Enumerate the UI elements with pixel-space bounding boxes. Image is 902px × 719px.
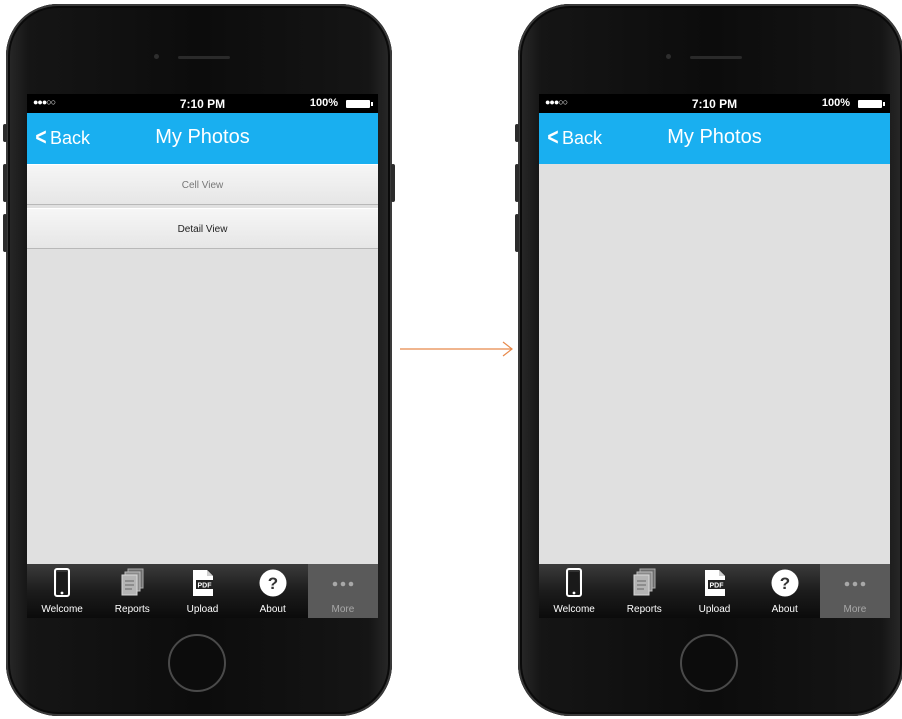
tab-label-welcome: Welcome [41,604,83,615]
page-title: My Photos [667,126,762,148]
pdf-icon-text: PDF [709,583,724,590]
more-icon [332,581,354,587]
help-icon-glyph: ? [268,574,278,593]
page-title: My Photos [155,126,250,148]
detail-view-button[interactable]: Detail View [27,208,378,249]
tab-label-more: More [843,604,867,615]
mute-switch [515,124,519,142]
front-camera [666,54,671,59]
volume-up-button [515,164,519,202]
status-bar: ●●●○○ 7:10 PM 100% [539,94,890,113]
reports-icon [633,568,656,596]
home-button[interactable] [168,634,226,692]
tab-label-more: More [331,604,355,615]
earpiece-speaker [178,56,230,59]
tab-about[interactable]: ? About [750,564,820,618]
phone-frame-after: ●●●○○ 7:10 PM 100% < Back My Photos Welc… [515,4,902,716]
phone-frame-before: ●●●○○ 7:10 PM 100% < Back My Photos Cell… [3,4,395,716]
tab-label-upload: Upload [698,604,731,615]
phone-icon [54,568,71,597]
status-bar: ●●●○○ 7:10 PM 100% [27,94,378,113]
tab-welcome[interactable]: Welcome [539,564,609,618]
reports-icon [121,568,144,596]
screen: ●●●○○ 7:10 PM 100% < Back My Photos Welc… [539,94,890,618]
navigation-bar: < Back My Photos [27,113,378,164]
tab-upload[interactable]: PDF Upload [679,564,749,618]
more-icon [844,581,866,587]
tab-welcome[interactable]: Welcome [27,564,97,618]
pdf-icon-text: PDF [197,583,212,590]
cell-view-button[interactable]: Cell View [27,164,378,205]
earpiece-speaker [690,56,742,59]
power-button [391,164,395,202]
tab-about[interactable]: ? About [238,564,308,618]
front-camera [154,54,159,59]
home-button[interactable] [680,634,738,692]
volume-down-button [3,214,7,252]
tab-label-reports: Reports [626,604,662,615]
tab-bar: Welcome Reports PDF Upload ? About More [539,564,890,618]
help-icon-glyph: ? [780,574,790,593]
screen: ●●●○○ 7:10 PM 100% < Back My Photos Cell… [27,94,378,618]
pdf-icon: PDF [704,570,725,596]
battery-percent: 100% [309,97,338,109]
battery-icon [858,100,885,108]
battery-percent: 100% [821,97,850,109]
volume-down-button [515,214,519,252]
transition-arrow-icon [400,341,513,357]
navigation-bar: < Back My Photos [539,113,890,164]
tab-label-reports: Reports [114,604,150,615]
tab-reports[interactable]: Reports [609,564,679,618]
tab-upload[interactable]: PDF Upload [167,564,237,618]
pdf-icon: PDF [192,570,213,596]
tab-more[interactable]: More [819,564,890,618]
battery-icon [346,100,373,108]
tab-more[interactable]: More [307,564,378,618]
help-icon: ? [771,569,799,597]
tab-reports[interactable]: Reports [97,564,167,618]
tab-label-welcome: Welcome [553,604,595,615]
mute-switch [3,124,7,142]
tab-label-about: About [259,604,286,615]
volume-up-button [3,164,7,202]
tab-label-upload: Upload [186,604,219,615]
tab-label-about: About [771,604,798,615]
tab-bar: Welcome Reports PDF Upload ? About More [27,564,378,618]
help-icon: ? [259,569,287,597]
phone-icon [566,568,583,597]
